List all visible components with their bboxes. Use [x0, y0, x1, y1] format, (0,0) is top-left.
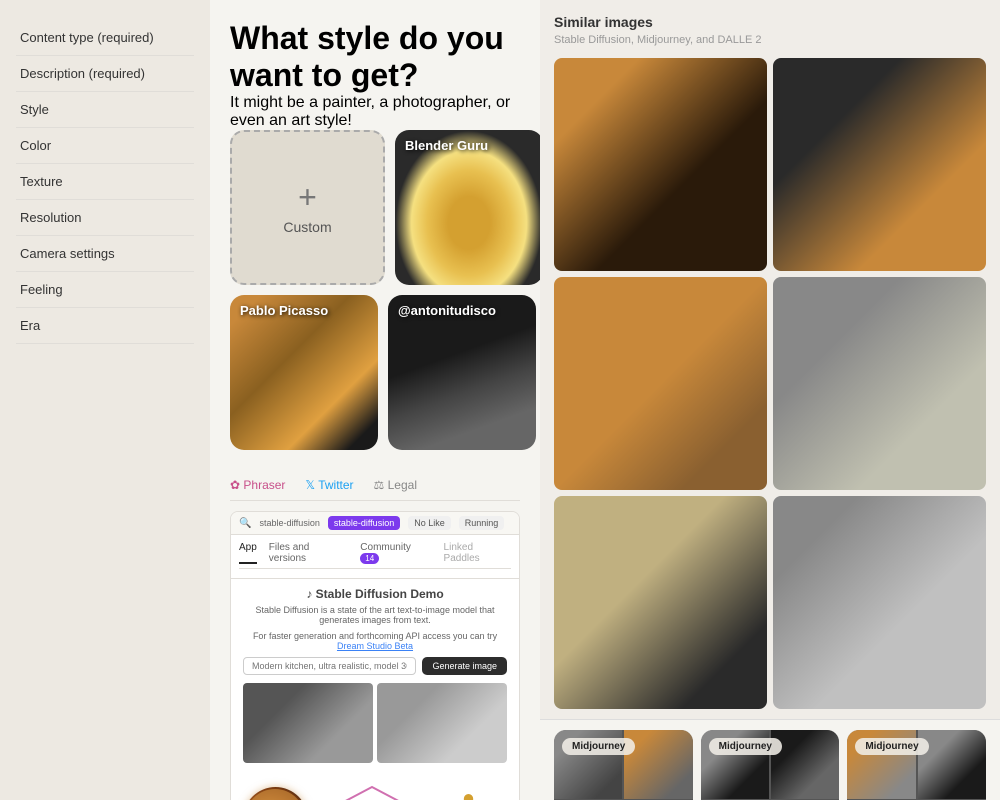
sidebar-item-texture[interactable]: Texture	[16, 164, 194, 200]
midjourney-section: Midjourney Midjourney	[540, 720, 1000, 800]
tab-linked[interactable]: Linked Paddles	[444, 542, 511, 564]
style-row-1: + Custom Blender Guru @beeple_crap	[230, 130, 520, 285]
mid-badge-3: Midjourney	[855, 738, 928, 755]
generate-row: Generate image	[243, 657, 507, 675]
sd-tag-no-like: No Like	[408, 516, 451, 530]
similar-img-6[interactable]	[773, 496, 986, 709]
similar-img-2[interactable]	[773, 58, 986, 271]
sidebar-item-feeling[interactable]: Feeling	[16, 272, 194, 308]
tab-app[interactable]: App	[239, 542, 257, 564]
sd-tag-stable: stable-diffusion	[328, 516, 400, 530]
sidebar: Content type (required) Description (req…	[0, 0, 210, 800]
similar-images-section: Similar images Stable Diffusion, Midjour…	[540, 0, 1000, 720]
style-card-label-picasso: Pablo Picasso	[240, 303, 328, 320]
sd-demo-section: 🔍 stable-diffusion stable-diffusion No L…	[230, 511, 520, 800]
mid-card-3[interactable]: Midjourney	[847, 730, 986, 800]
sd-desc2: For faster generation and forthcoming AP…	[243, 631, 507, 651]
sd-content: ♪ Stable Diffusion Demo Stable Diffusion…	[231, 579, 519, 779]
custom-card[interactable]: + Custom	[230, 130, 385, 285]
sidebar-item-color[interactable]: Color	[16, 128, 194, 164]
sidebar-item-description[interactable]: Description (required)	[16, 56, 194, 92]
phraser-link[interactable]: ✿ Phraser	[230, 478, 285, 492]
style-card-picasso[interactable]: Pablo Picasso	[230, 295, 378, 450]
sd-tabs-row: App Files and versions Community 14 Link…	[231, 535, 519, 579]
logos-bar: stability.ai	[231, 779, 519, 800]
style-card-blender[interactable]: Blender Guru	[395, 130, 540, 285]
generate-button[interactable]: Generate image	[422, 657, 507, 675]
page-subtitle: It might be a painter, a photographer, o…	[230, 94, 520, 130]
legal-link[interactable]: ⚖ Legal	[374, 478, 417, 492]
similar-images-subtitle: Stable Diffusion, Midjourney, and DALLE …	[554, 33, 986, 48]
custom-label: Custom	[283, 219, 331, 235]
page-header: What style do you want to get? It might …	[210, 0, 540, 470]
midjourney-row-1: Midjourney Midjourney	[554, 730, 986, 800]
sidebar-item-era[interactable]: Era	[16, 308, 194, 344]
similar-images-title: Similar images	[554, 14, 986, 30]
similar-img-3[interactable]	[554, 277, 767, 490]
tab-community[interactable]: Community 14	[360, 542, 431, 564]
similar-img-1[interactable]	[554, 58, 767, 271]
sd-output-img-2	[377, 683, 507, 763]
mid-card-2[interactable]: Midjourney	[701, 730, 840, 800]
sd-output-images	[243, 683, 507, 763]
quad-cell	[918, 730, 986, 798]
dream-studio-link[interactable]: Dream Studio Beta	[337, 641, 413, 651]
sidebar-item-style[interactable]: Style	[16, 92, 194, 128]
sd-desc1: Stable Diffusion is a state of the art t…	[243, 605, 507, 625]
right-area: Similar images Stable Diffusion, Midjour…	[540, 0, 1000, 800]
stability-logo: stability.ai	[332, 787, 412, 800]
similar-img-5[interactable]	[554, 496, 767, 709]
sd-output-img-1	[243, 683, 373, 763]
style-card-disco[interactable]: @antonitudisco	[388, 295, 536, 450]
style-card-label-blender: Blender Guru	[405, 138, 488, 155]
eye-logo	[243, 787, 308, 800]
center-scroll-area: ✿ Phraser 𝕏 Twitter ⚖ Legal 🔍 stable-dif…	[210, 470, 540, 800]
quad-cell	[771, 730, 839, 798]
sd-search-icon: 🔍	[239, 518, 251, 529]
mid-card-1[interactable]: Midjourney	[554, 730, 693, 800]
mid-badge-2: Midjourney	[709, 738, 782, 755]
similar-img-4[interactable]	[773, 277, 986, 490]
quad-cell	[624, 730, 692, 798]
similar-grid	[554, 58, 986, 709]
tab-files[interactable]: Files and versions	[269, 542, 348, 564]
center-column: What style do you want to get? It might …	[210, 0, 540, 800]
mid-badge-1: Midjourney	[562, 738, 635, 755]
style-row-2: Pablo Picasso @antonitudisco Leonardo da…	[230, 295, 520, 450]
page-title: What style do you want to get?	[230, 20, 520, 94]
footer-bar: ✿ Phraser 𝕏 Twitter ⚖ Legal	[230, 470, 520, 501]
sidebar-item-content-type[interactable]: Content type (required)	[16, 20, 194, 56]
sd-tag-running: Running	[459, 516, 505, 530]
plus-icon: +	[298, 181, 317, 213]
asterisk-logo	[436, 787, 501, 800]
sidebar-item-camera-settings[interactable]: Camera settings	[16, 236, 194, 272]
sidebar-item-resolution[interactable]: Resolution	[16, 200, 194, 236]
prompt-input[interactable]	[243, 657, 416, 675]
twitter-link[interactable]: 𝕏 Twitter	[305, 478, 353, 492]
sd-title: ♪ Stable Diffusion Demo	[243, 587, 507, 601]
sd-navbar: 🔍 stable-diffusion stable-diffusion No L…	[231, 512, 519, 535]
style-card-label-disco: @antonitudisco	[398, 303, 496, 320]
page: Content type (required) Description (req…	[0, 0, 1000, 800]
